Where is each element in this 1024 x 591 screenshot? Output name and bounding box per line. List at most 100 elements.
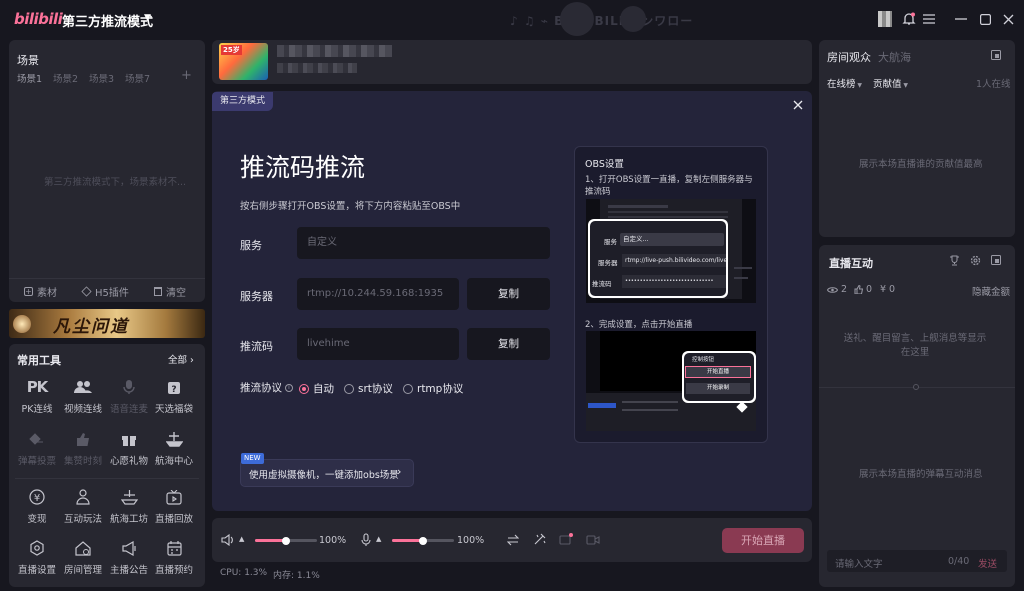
microphone-icon[interactable] (361, 533, 371, 547)
tool-pk[interactable]: PK PK连线 (15, 377, 59, 415)
tool-label: 直播预约 (154, 565, 193, 576)
tool-play[interactable]: 互动玩法 (61, 487, 105, 525)
stream-code-field[interactable]: livehime (297, 328, 459, 360)
tools-all-link[interactable]: 全部 › (168, 352, 194, 366)
menu-icon[interactable] (920, 10, 938, 28)
workshop-icon (119, 487, 139, 507)
shot1-server-value: rtmp://live-push.bilivideo.com/live (622, 254, 726, 267)
minimize-icon[interactable] (952, 10, 970, 28)
svg-text:¥: ¥ (34, 493, 40, 504)
obs-screenshot-1: 服务 自定义... 服务器 rtmp://live-push.bilivideo… (586, 199, 756, 303)
close-icon[interactable] (999, 10, 1017, 28)
audience-tab[interactable]: 房间观众 (827, 49, 871, 65)
slider-handle[interactable] (282, 536, 290, 545)
popout-icon[interactable] (991, 255, 1001, 265)
scene-tab-1[interactable]: 场景1 (17, 71, 42, 85)
tool-workshop[interactable]: 航海工坊 (107, 487, 151, 525)
stream-code-label: 推流码 (240, 340, 273, 353)
send-button[interactable]: 发送 (978, 556, 997, 570)
interaction-title: 直播互动 (829, 257, 873, 270)
start-live-button[interactable]: 开始直播 (722, 528, 804, 553)
protocol-rtmp-radio[interactable]: rtmp协议 (403, 381, 463, 396)
maximize-icon[interactable] (976, 10, 994, 28)
settings-gear-icon[interactable] (970, 255, 981, 266)
contribution-label: 贡献值 (873, 79, 902, 90)
slider-handle[interactable] (419, 536, 427, 545)
add-scene-button[interactable]: + (181, 68, 192, 83)
tool-users[interactable]: 视频连线 (61, 377, 105, 415)
header-decoration: ♪ ♫ ⌁ BIlILIBILI ꤰ ンワロー (470, 0, 800, 38)
tool-label: 房间管理 (63, 565, 102, 576)
popout-icon[interactable] (991, 50, 1001, 60)
divider (9, 278, 205, 279)
protocol-auto-radio[interactable]: 自动 (299, 381, 334, 396)
h5-plugin-button[interactable]: H5插件 (81, 284, 129, 299)
tool-calendar[interactable]: 直播预约 (152, 538, 196, 576)
clear-label: 清空 (166, 288, 186, 299)
tool-home[interactable]: 房间管理 (61, 538, 105, 576)
settings-icon (27, 538, 47, 558)
scene-empty-text: 第三方推流模式下，场景素材不... (44, 177, 187, 188)
protocol-srt-radio[interactable]: srt协议 (344, 381, 393, 396)
game-banner[interactable]: 凡尘问道 (9, 309, 205, 338)
speaker-volume-slider[interactable] (255, 536, 317, 545)
mic-volume-value: 100% (457, 535, 485, 546)
tools-all-label: 全部 (168, 355, 188, 366)
avatar[interactable] (876, 10, 894, 28)
view-count: 2 (841, 284, 848, 295)
tool-settings[interactable]: 直播设置 (15, 538, 59, 576)
camera-icon[interactable] (586, 534, 600, 546)
vote-icon (27, 429, 47, 449)
h5-plugin-label: H5插件 (95, 288, 129, 299)
blurred-room-title (277, 45, 392, 57)
scene-title: 场景 (17, 54, 39, 67)
guard-tab[interactable]: 大航海 (878, 49, 911, 65)
tool-ship[interactable]: 航海中心 (152, 429, 196, 467)
scene-tab-2[interactable]: 场景2 (53, 71, 78, 85)
obs-step-2: 2、完成设置，点击开始直播 (585, 320, 693, 330)
mic-volume-slider[interactable] (392, 536, 454, 545)
hide-amount-toggle[interactable]: 隐藏金额 (972, 284, 1010, 298)
copy-code-button[interactable]: 复制 (467, 328, 550, 360)
speaker-icon[interactable] (221, 534, 235, 546)
tool-lucky-bag[interactable]: ? 天选福袋 (152, 377, 196, 415)
audience-panel (819, 40, 1015, 237)
swap-icon[interactable] (507, 534, 519, 546)
trophy-icon[interactable] (949, 255, 960, 266)
tool-megaphone[interactable]: 主播公告 (107, 538, 151, 576)
material-button[interactable]: + 素材 (24, 284, 57, 299)
view-stat: 2 (827, 284, 847, 295)
online-rank-dropdown[interactable]: 在线榜 ▼ (827, 76, 862, 90)
caret-up-icon[interactable]: ▲ (239, 535, 244, 543)
copy-server-button[interactable]: 复制 (467, 278, 550, 310)
cpu-usage: CPU: 1.3% (220, 568, 268, 578)
shot2-header: 控制按钮 (692, 357, 715, 363)
info-icon[interactable]: i (285, 383, 293, 392)
room-cover[interactable]: 25岁 (219, 43, 268, 80)
like-stat: 0 (854, 284, 872, 295)
caret-down-icon[interactable]: ▼ (144, 13, 151, 23)
mode-selector[interactable]: 第三方推流模式 (62, 11, 153, 30)
ship-icon (164, 429, 184, 449)
tool-yen[interactable]: ¥ 变现 (15, 487, 59, 525)
drag-handle[interactable] (913, 384, 919, 390)
scene-tab-3[interactable]: 场景3 (89, 71, 114, 85)
service-label: 服务 (240, 239, 262, 252)
tool-tv[interactable]: 直播回放 (152, 487, 196, 525)
tool-vote: 弹幕投票 (15, 429, 59, 467)
contribution-dropdown[interactable]: 贡献值 ▼ (873, 76, 908, 90)
obs-guide-title: OBS设置 (585, 159, 624, 170)
users-icon (73, 377, 93, 397)
clear-button[interactable]: 清空 (154, 284, 186, 299)
online-count: 1人在线 (976, 79, 1011, 90)
modal-close-icon[interactable] (793, 100, 805, 112)
server-field[interactable]: rtmp://10.244.59.168:1935 (297, 278, 459, 310)
shot1-code-value: •••••••••••••••••••••••••••••• (622, 275, 726, 288)
bell-icon[interactable] (900, 10, 918, 28)
service-field[interactable]: 自定义 (297, 227, 550, 259)
tool-gift[interactable]: 心愿礼物 (107, 429, 151, 467)
chat-screen-icon[interactable] (559, 533, 573, 547)
magic-wand-icon[interactable] (533, 533, 546, 546)
caret-up-icon[interactable]: ▲ (376, 535, 381, 543)
scene-tab-7[interactable]: 场景7 (125, 71, 150, 85)
